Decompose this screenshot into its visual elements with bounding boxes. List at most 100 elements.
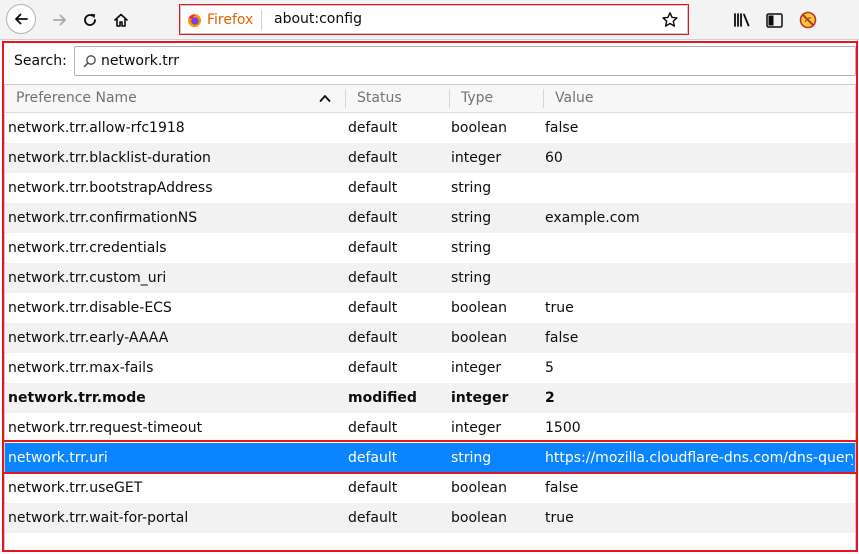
table-row[interactable]: network.trr.bootstrapAddress default str… [5,173,855,203]
pref-name: network.trr.disable-ECS [8,300,172,316]
column-separator[interactable] [449,89,450,108]
pref-value: false [545,120,579,136]
pref-name: network.trr.request-timeout [8,420,203,436]
pref-name: network.trr.allow-rfc1918 [8,120,185,136]
table-body: network.trr.allow-rfc1918 default boolea… [5,113,855,533]
library-button[interactable] [731,9,753,31]
table-row[interactable]: network.trr.early-AAAA default boolean f… [5,323,855,353]
pref-type: boolean [451,330,507,346]
pref-value: https://mozilla.cloudflare-dns.com/dns-q… [545,450,853,466]
table-row-modified[interactable]: network.trr.mode modified integer 2 [5,383,855,413]
table-row[interactable]: network.trr.request-timeout default inte… [5,413,855,443]
pref-value: example.com [545,210,640,226]
pref-type: string [451,450,492,466]
pref-name: network.trr.credentials [8,240,167,256]
reload-button[interactable] [76,6,104,34]
pref-status: default [348,330,398,346]
pref-type: integer [451,150,502,166]
noscript-icon [799,11,817,29]
table-row[interactable]: network.trr.useGET default boolean false [5,473,855,503]
pref-status: default [348,510,398,526]
pref-type: integer [451,390,509,406]
pref-status: default [348,150,398,166]
pref-name: network.trr.early-AAAA [8,330,169,346]
column-header-type[interactable]: Type [461,85,541,112]
pref-type: boolean [451,300,507,316]
table-row-selected[interactable]: network.trr.uri default string https://m… [5,443,855,473]
table-header: Preference Name Status Type Value [5,85,855,113]
pref-name: network.trr.mode [8,390,146,406]
pref-status: default [348,360,398,376]
pref-type: string [451,210,492,226]
home-icon [114,13,128,27]
pref-status: default [348,210,398,226]
pref-name: network.trr.bootstrapAddress [8,180,213,196]
table-row[interactable]: network.trr.credentials default string [5,233,855,263]
table-row[interactable]: network.trr.wait-for-portal default bool… [5,503,855,533]
pref-type: string [451,240,492,256]
column-header-name[interactable]: Preference Name [16,85,316,112]
star-icon [662,12,678,27]
pref-value: 1500 [545,420,581,436]
pref-status: default [348,120,398,136]
back-arrow-icon [15,13,28,25]
table-row[interactable]: network.trr.confirmationNS default strin… [5,203,855,233]
identity-label: Firefox [207,12,254,28]
pref-status: default [348,180,398,196]
pref-name: network.trr.uri [8,450,108,466]
navigation-toolbar: Firefox about:config [0,0,859,40]
pref-status: default [348,240,398,256]
pref-status: default [348,450,398,466]
back-button[interactable] [6,4,36,34]
pref-type: boolean [451,480,507,496]
column-separator[interactable] [543,89,544,108]
search-row: Search: [0,40,859,84]
search-icon [83,55,96,68]
table-row[interactable]: network.trr.allow-rfc1918 default boolea… [5,113,855,143]
pref-type: integer [451,360,502,376]
url-bar[interactable]: Firefox about:config [180,5,688,34]
search-box[interactable] [74,46,856,76]
pref-status: default [348,300,398,316]
home-button[interactable] [107,6,135,34]
column-header-value[interactable]: Value [555,85,845,112]
pref-status: default [348,480,398,496]
column-separator[interactable] [345,89,346,108]
column-header-status[interactable]: Status [357,85,447,112]
identity-box[interactable]: Firefox [187,10,263,30]
pref-status: default [348,420,398,436]
pref-value: true [545,510,574,526]
table-row[interactable]: network.trr.custom_uri default string [5,263,855,293]
pref-value [545,263,853,293]
pref-name: network.trr.max-fails [8,360,154,376]
pref-name: network.trr.confirmationNS [8,210,198,226]
table-row[interactable]: network.trr.disable-ECS default boolean … [5,293,855,323]
bookmark-star-button[interactable] [659,9,681,31]
pref-value: 60 [545,150,563,166]
pref-name: network.trr.blacklist-duration [8,150,211,166]
pref-name: network.trr.useGET [8,480,143,496]
search-label: Search: [14,53,67,69]
search-input[interactable] [101,47,841,75]
library-icon [734,13,750,27]
pref-name: network.trr.wait-for-portal [8,510,189,526]
pref-value [545,233,853,263]
preferences-table: Preference Name Status Type Value networ… [4,84,856,552]
pref-value: true [545,300,574,316]
noscript-button[interactable] [797,9,819,31]
pref-value: false [545,480,579,496]
sort-ascending-icon[interactable] [319,93,331,103]
pref-type: boolean [451,120,507,136]
pref-value: false [545,330,579,346]
pref-name: network.trr.custom_uri [8,270,167,286]
sidebar-button[interactable] [763,9,785,31]
table-row[interactable]: network.trr.max-fails default integer 5 [5,353,855,383]
pref-status: modified [348,390,417,406]
reload-icon [84,13,96,26]
sidebar-icon [765,12,783,28]
pref-value [545,173,853,203]
table-row[interactable]: network.trr.blacklist-duration default i… [5,143,855,173]
forward-button[interactable] [46,6,74,34]
pref-value: 2 [545,390,555,406]
url-text[interactable]: about:config [274,11,362,27]
